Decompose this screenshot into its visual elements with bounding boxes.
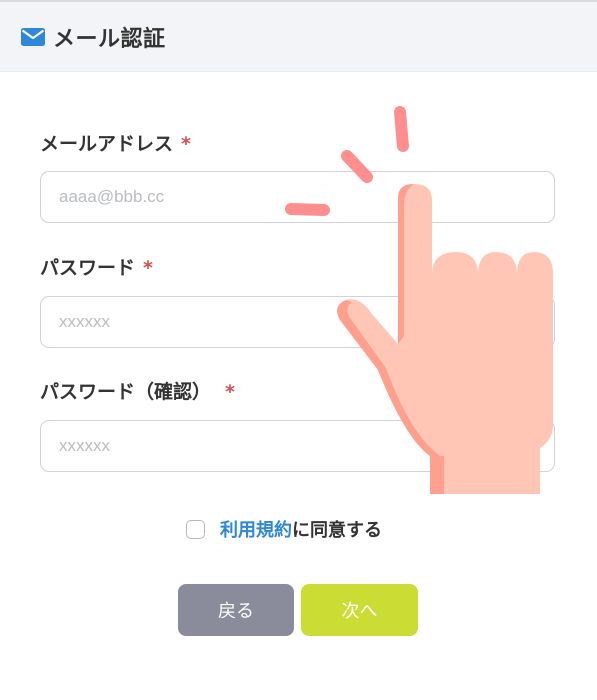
password-label: パスワード * (40, 253, 153, 280)
email-label-text: メールアドレス (40, 133, 174, 155)
required-mark: * (143, 257, 153, 279)
next-button[interactable]: 次へ (301, 584, 418, 636)
required-mark: * (181, 133, 191, 155)
agree-text: に同意する (292, 520, 382, 541)
page-header: メール認証 (0, 0, 597, 72)
terms-agreement-row: 利用規約 に同意する (186, 516, 382, 542)
email-input[interactable] (40, 171, 555, 223)
email-label: メールアドレス * (40, 129, 191, 156)
terms-checkbox[interactable] (186, 519, 205, 539)
page-title: メール認証 (53, 27, 166, 52)
password-confirm-label-text: パスワード（確認） (40, 381, 212, 403)
envelope-icon (21, 28, 45, 46)
back-button[interactable]: 戻る (178, 584, 294, 636)
terms-link[interactable]: 利用規約 (220, 516, 292, 542)
password-label-text: パスワード (40, 257, 136, 279)
email-verification-page: メール認証 メールアドレス * パスワード * パスワード（確認） * 利用規約 に同… (0, 0, 597, 700)
password-confirm-input[interactable] (40, 420, 555, 472)
tap-hand-icon (285, 106, 553, 494)
password-confirm-label: パスワード（確認） * (40, 377, 235, 404)
required-mark: * (225, 381, 235, 403)
tap-mark (394, 106, 409, 152)
password-input[interactable] (40, 296, 555, 348)
